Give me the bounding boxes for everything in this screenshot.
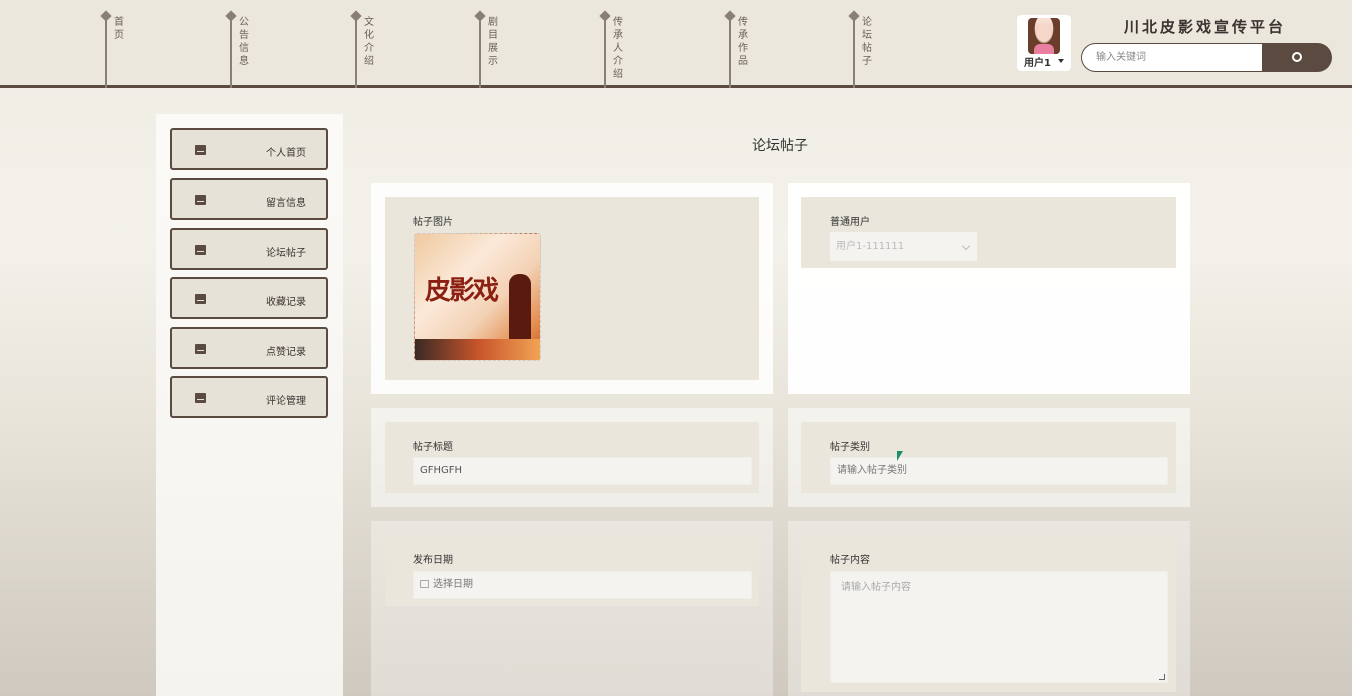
field-label: 帖子类别 <box>830 442 870 453</box>
mouse-cursor-icon <box>897 451 903 461</box>
avatar <box>1028 18 1060 54</box>
sidebar-item-forum[interactable]: 论坛帖子 <box>170 228 328 270</box>
caret-down-icon <box>1058 59 1064 63</box>
book-icon <box>195 393 206 403</box>
page-title: 论坛帖子 <box>752 138 808 154</box>
nav-label: 公告信息 <box>239 17 249 67</box>
date-placeholder: 选择日期 <box>433 579 473 590</box>
search-icon <box>1292 52 1302 62</box>
calendar-icon <box>420 580 429 588</box>
sidebar-item-messages[interactable]: 留言信息 <box>170 178 328 220</box>
book-icon <box>195 245 206 255</box>
sidebar-item-comments[interactable]: 评论管理 <box>170 376 328 418</box>
title-input[interactable]: GFHGFH <box>413 457 752 485</box>
nav-item-home[interactable]: 首页 <box>100 10 124 88</box>
sidebar-item-label: 点赞记录 <box>266 347 306 358</box>
user-name: 用户1 <box>1024 58 1051 69</box>
select-value: 用户1-111111 <box>836 241 905 252</box>
content-placeholder: 请输入帖子内容 <box>841 582 911 593</box>
chevron-down-icon <box>961 241 971 251</box>
nav-label: 论坛帖子 <box>862 17 872 67</box>
sidebar-item-profile[interactable]: 个人首页 <box>170 128 328 170</box>
nav-label: 首页 <box>114 17 124 41</box>
book-icon <box>195 195 206 205</box>
nav-label: 剧目展示 <box>488 17 498 67</box>
site-title: 川北皮影戏宣传平台 <box>1123 18 1286 36</box>
sidebar-item-label: 论坛帖子 <box>266 248 306 259</box>
nav-label: 文化介绍 <box>364 17 374 67</box>
nav-item-announcements[interactable]: 公告信息 <box>225 10 249 88</box>
sidebar-item-label: 留言信息 <box>266 198 306 209</box>
nav-item-forum[interactable]: 论坛帖子 <box>848 10 872 88</box>
book-icon <box>195 294 206 304</box>
user-select[interactable]: 用户1-111111 <box>830 232 977 261</box>
search-button[interactable] <box>1262 43 1332 72</box>
nav-item-works[interactable]: 传承作品 <box>724 10 748 88</box>
field-label: 帖子内容 <box>830 555 870 566</box>
sidebar-item-likes[interactable]: 点赞记录 <box>170 327 328 369</box>
nav-item-culture[interactable]: 文化介绍 <box>350 10 374 88</box>
sidebar-item-label: 评论管理 <box>266 396 306 407</box>
content-textarea[interactable]: 请输入帖子内容 <box>830 571 1168 683</box>
poster-text: 皮影戏 <box>425 276 499 306</box>
sidebar: 个人首页 留言信息 论坛帖子 收藏记录 点赞记录 评论管理 <box>156 114 343 696</box>
top-header: 首页 公告信息 文化介绍 剧目展示 传承人介绍 传承作品 论坛帖子 用户1 川北… <box>0 0 1352 88</box>
sidebar-item-favorites[interactable]: 收藏记录 <box>170 277 328 319</box>
user-menu[interactable]: 用户1 <box>1017 15 1071 71</box>
book-icon <box>195 145 206 155</box>
nav-item-inheritors[interactable]: 传承人介绍 <box>599 10 623 88</box>
nav-label: 传承作品 <box>738 17 748 67</box>
date-picker[interactable]: 选择日期 <box>413 571 752 599</box>
category-input[interactable]: 请输入帖子类别 <box>830 457 1168 485</box>
nav-label: 传承人介绍 <box>613 17 623 80</box>
search-input[interactable] <box>1081 43 1265 72</box>
field-label: 普通用户 <box>830 217 870 228</box>
post-image[interactable]: 皮影戏 <box>414 233 541 361</box>
sidebar-item-label: 个人首页 <box>266 148 306 159</box>
resize-handle-icon[interactable] <box>1159 674 1165 680</box>
book-icon <box>195 344 206 354</box>
field-label: 发布日期 <box>413 555 453 566</box>
sidebar-item-label: 收藏记录 <box>266 297 306 308</box>
nav-item-repertoire[interactable]: 剧目展示 <box>474 10 498 88</box>
field-label: 帖子图片 <box>413 217 453 228</box>
field-label: 帖子标题 <box>413 442 453 453</box>
